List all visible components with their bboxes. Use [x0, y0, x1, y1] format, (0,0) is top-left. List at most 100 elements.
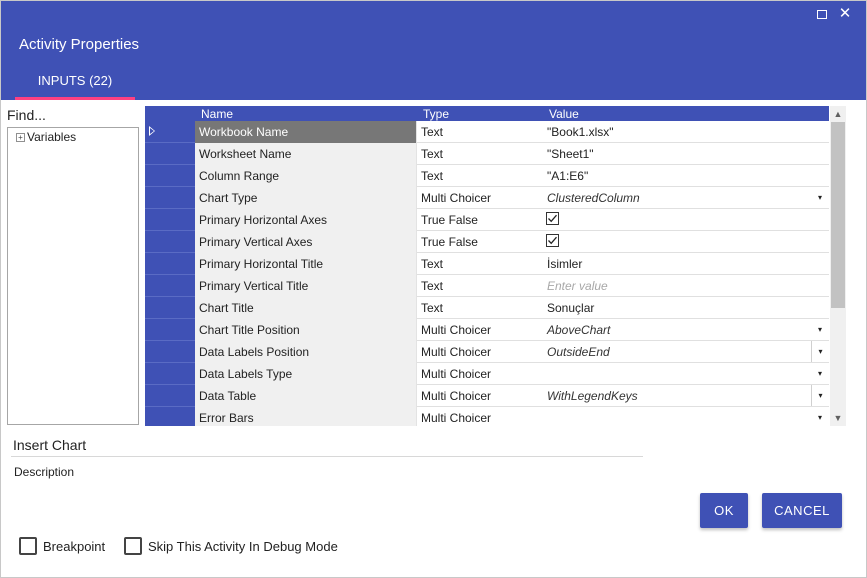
row-selector[interactable]: [145, 143, 195, 165]
property-name: Error Bars: [195, 407, 417, 426]
activity-name: Insert Chart: [13, 437, 87, 453]
table-row[interactable]: Chart Title Position Multi Choicer AboveCh…: [145, 319, 829, 341]
maximize-button[interactable]: [813, 5, 831, 23]
property-type: Multi Choicer: [421, 191, 492, 205]
property-value[interactable]: İsimler: [547, 257, 582, 271]
checkbox-box[interactable]: [124, 537, 142, 555]
checkbox-box[interactable]: [19, 537, 37, 555]
table-row[interactable]: Primary Vertical Title Text Enter value: [145, 275, 829, 297]
column-header-type[interactable]: Type: [423, 107, 449, 121]
row-selector[interactable]: [145, 253, 195, 275]
expand-icon[interactable]: +: [16, 132, 25, 142]
row-selector[interactable]: [145, 187, 195, 209]
property-type: Text: [421, 125, 444, 139]
chevron-down-icon[interactable]: ▾: [811, 341, 829, 362]
table-row[interactable]: Primary Horizontal Axes True False: [145, 209, 829, 231]
skip-debug-label: Skip This Activity In Debug Mode: [148, 538, 338, 554]
property-value[interactable]: "Book1.xlsx": [547, 125, 614, 139]
property-type: True False: [421, 213, 478, 227]
row-selector[interactable]: [145, 209, 195, 231]
property-name: Data Labels Type: [195, 363, 417, 385]
row-selector[interactable]: [145, 319, 195, 341]
property-type: Text: [421, 279, 444, 293]
scroll-down-icon[interactable]: ▼: [830, 410, 846, 426]
property-value[interactable]: WithLegendKeys: [547, 389, 638, 403]
property-type: Text: [421, 147, 444, 161]
skip-debug-checkbox[interactable]: Skip This Activity In Debug Mode: [124, 537, 338, 555]
property-name: Primary Vertical Axes: [195, 231, 417, 253]
find-label[interactable]: Find...: [7, 107, 46, 123]
row-selector[interactable]: [145, 407, 195, 426]
tree-item-variables[interactable]: + Variables: [16, 130, 76, 144]
scroll-thumb[interactable]: [831, 122, 845, 308]
property-value[interactable]: AboveChart: [547, 323, 610, 337]
checkmark-icon: [548, 214, 557, 223]
table-row[interactable]: Primary Vertical Axes True False: [145, 231, 829, 253]
tree-item-label: Variables: [27, 130, 77, 144]
table-row[interactable]: Error Bars Multi Choicer ▾: [145, 407, 829, 426]
chevron-down-icon[interactable]: ▾: [811, 385, 829, 406]
column-header-value[interactable]: Value: [549, 107, 579, 121]
property-value[interactable]: OutsideEnd: [547, 345, 610, 359]
row-selector[interactable]: [145, 385, 195, 407]
close-button[interactable]: ✕: [836, 5, 854, 23]
table-row[interactable]: Data Labels Position Multi Choicer Outside…: [145, 341, 829, 363]
row-selector[interactable]: [145, 341, 195, 363]
tab-inputs[interactable]: INPUTS (22): [15, 65, 135, 100]
breakpoint-checkbox[interactable]: Breakpoint: [19, 537, 105, 555]
property-value[interactable]: "Sheet1": [547, 147, 594, 161]
property-value[interactable]: Sonuçlar: [547, 301, 594, 315]
row-selector[interactable]: [145, 121, 195, 143]
property-checkbox[interactable]: [546, 234, 559, 247]
property-type: Multi Choicer: [421, 323, 492, 337]
property-name: Chart Title Position: [195, 319, 417, 341]
breakpoint-label: Breakpoint: [43, 538, 106, 554]
property-value-input[interactable]: Enter value: [547, 279, 608, 293]
property-type: Text: [421, 169, 444, 183]
chevron-down-icon[interactable]: ▾: [811, 319, 829, 340]
current-row-arrow-icon: [149, 126, 155, 136]
property-value[interactable]: "A1:E6": [547, 169, 588, 183]
checkmark-icon: [548, 236, 557, 245]
property-type: True False: [421, 235, 478, 249]
cancel-button[interactable]: CANCEL: [762, 493, 842, 528]
property-type: Multi Choicer: [421, 411, 492, 425]
ok-button[interactable]: OK: [700, 493, 748, 528]
grid-scrollbar[interactable]: ▲ ▼: [830, 106, 846, 426]
row-selector[interactable]: [145, 165, 195, 187]
table-row[interactable]: Worksheet Name Text "Sheet1": [145, 143, 829, 165]
scroll-up-icon[interactable]: ▲: [830, 106, 846, 122]
row-selector[interactable]: [145, 231, 195, 253]
property-name: Data Labels Position: [195, 341, 417, 363]
property-name: Data Table: [195, 385, 417, 407]
activity-properties-dialog: ✕ Activity Properties INPUTS (22) Find..…: [0, 0, 867, 578]
table-row[interactable]: Data Table Multi Choicer WithLegendKeys ▾: [145, 385, 829, 407]
property-name: Workbook Name: [195, 121, 417, 143]
table-row[interactable]: Primary Horizontal Title Text İsimler: [145, 253, 829, 275]
chevron-down-icon[interactable]: ▾: [811, 407, 829, 426]
chevron-down-icon[interactable]: ▾: [811, 187, 829, 208]
variables-tree[interactable]: + Variables: [7, 127, 139, 425]
maximize-icon: [817, 9, 827, 19]
property-name: Chart Title: [195, 297, 417, 319]
dialog-header: ✕ Activity Properties INPUTS (22): [1, 1, 866, 100]
property-name: Column Range: [195, 165, 417, 187]
property-value[interactable]: ClusteredColumn: [547, 191, 640, 205]
property-type: Multi Choicer: [421, 389, 492, 403]
property-type: Multi Choicer: [421, 367, 492, 381]
divider: [11, 456, 643, 457]
table-row[interactable]: Chart Type Multi Choicer ClusteredColumn ▾: [145, 187, 829, 209]
property-checkbox[interactable]: [546, 212, 559, 225]
chevron-down-icon[interactable]: ▾: [811, 363, 829, 384]
table-row[interactable]: Chart Title Text Sonuçlar: [145, 297, 829, 319]
row-selector[interactable]: [145, 275, 195, 297]
table-row[interactable]: Data Labels Type Multi Choicer ▾: [145, 363, 829, 385]
property-name: Primary Horizontal Axes: [195, 209, 417, 231]
table-row[interactable]: Column Range Text "A1:E6": [145, 165, 829, 187]
row-selector[interactable]: [145, 363, 195, 385]
property-name: Worksheet Name: [195, 143, 417, 165]
grid-header: Name Type Value: [145, 106, 829, 121]
column-header-name[interactable]: Name: [201, 107, 233, 121]
row-selector[interactable]: [145, 297, 195, 319]
table-row[interactable]: Workbook Name Text "Book1.xlsx": [145, 121, 829, 143]
